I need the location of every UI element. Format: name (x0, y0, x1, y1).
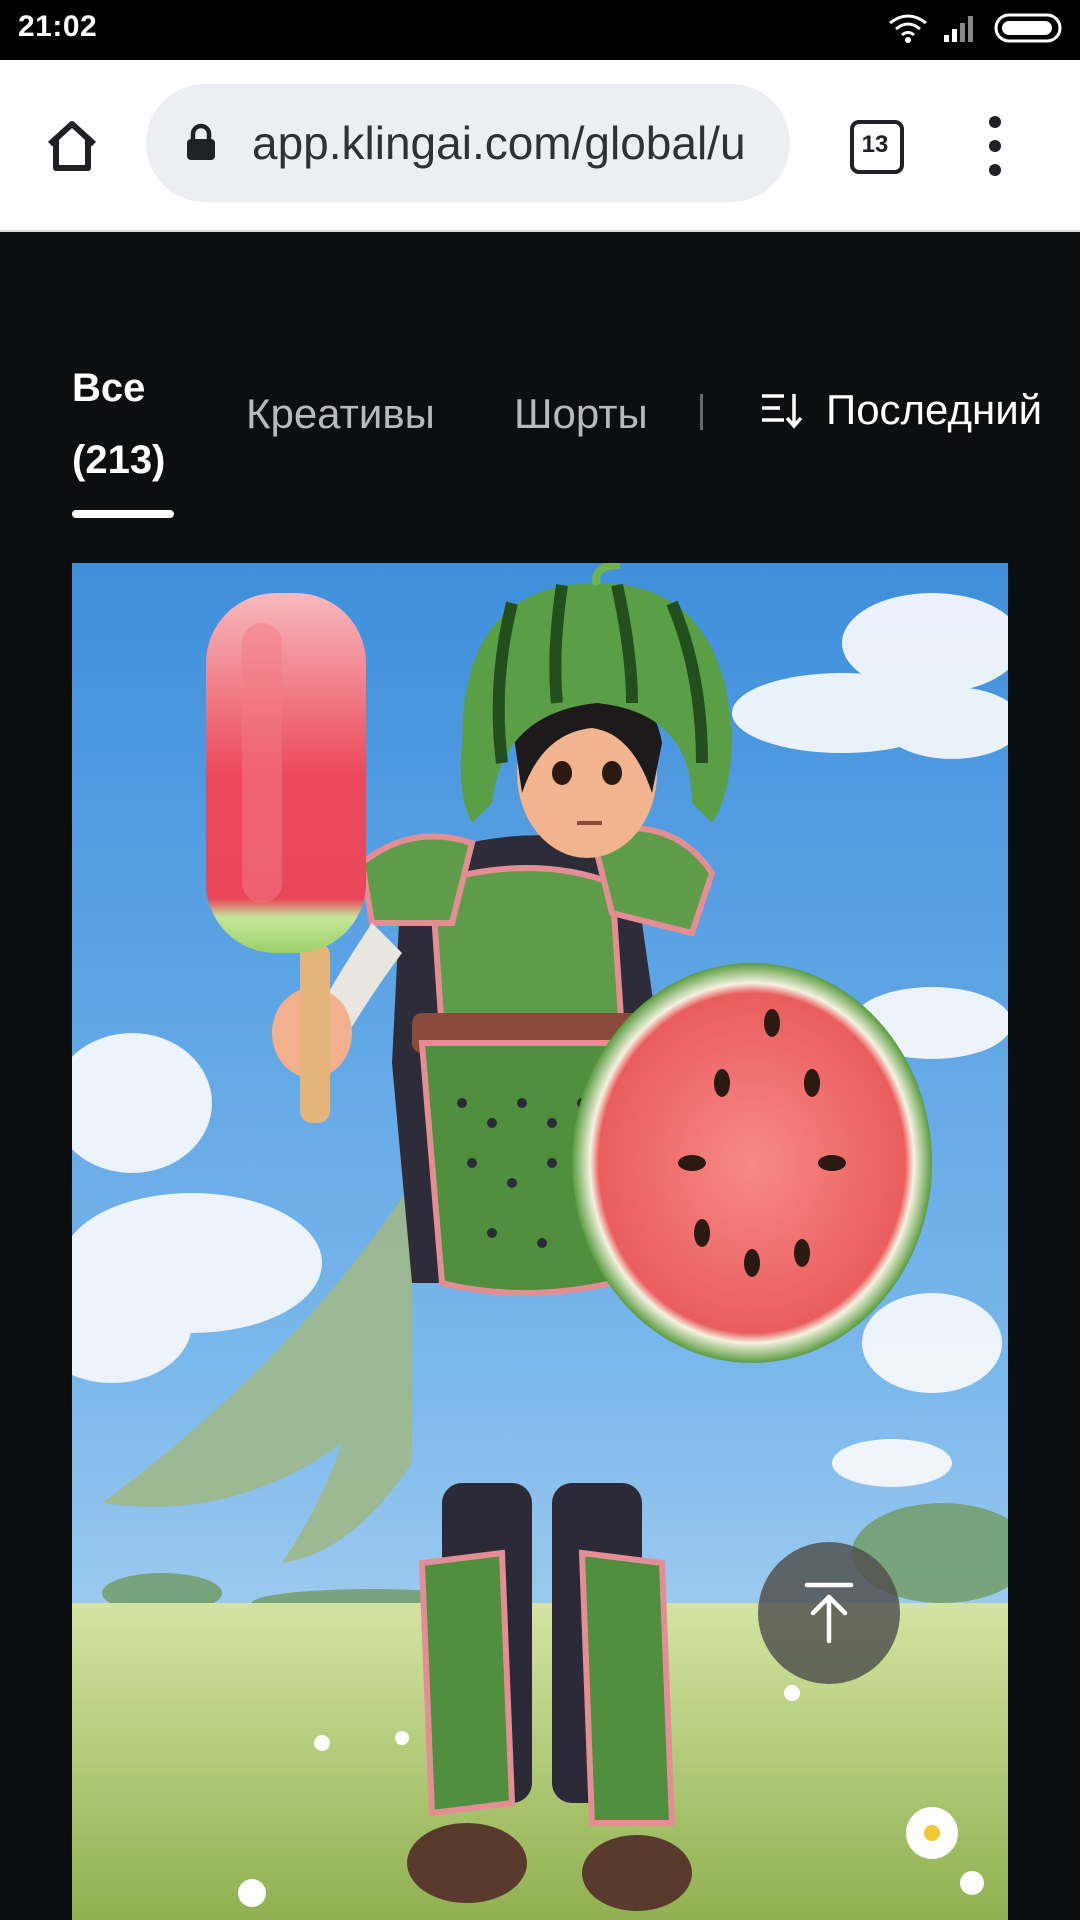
tab-all-count: (213) (72, 438, 166, 482)
arrow-up-to-top-icon (804, 1582, 854, 1644)
status-time: 21:02 (18, 10, 98, 43)
tab-switcher-button[interactable]: 13 (848, 118, 904, 174)
menu-dot (989, 140, 1001, 152)
home-button[interactable] (38, 112, 106, 180)
url-text: app.klingai.com/global/u (252, 117, 746, 169)
lock-icon (184, 122, 218, 167)
tab-shorts[interactable]: Шорты (514, 390, 648, 438)
tab-separator (700, 394, 703, 430)
tab-all-label: Все (72, 366, 146, 410)
browser-menu-button[interactable] (980, 116, 1010, 176)
signal-icon (942, 13, 980, 48)
battery-icon (994, 13, 1066, 48)
menu-dot (989, 164, 1001, 176)
home-icon (47, 121, 97, 171)
status-icons (888, 12, 1066, 48)
status-bar: 21:02 (0, 0, 1080, 60)
sort-label: Последний (826, 386, 1043, 433)
tab-all[interactable]: Все (213) (72, 352, 174, 518)
active-tab-indicator (72, 510, 174, 518)
browser-toolbar: app.klingai.com/global/u 13 (0, 60, 1080, 232)
gallery-filter-bar: Все (213) Креативы Шорты Последний (0, 230, 1080, 560)
gallery-image-card[interactable] (72, 563, 1008, 1920)
tab-creatives[interactable]: Креативы (246, 390, 435, 438)
scroll-to-top-button[interactable] (758, 1542, 900, 1684)
sort-dropdown[interactable]: Последний (760, 386, 1042, 434)
more-vert-icon (989, 116, 1001, 128)
tab-count: 13 (861, 131, 889, 158)
sort-icon (762, 394, 803, 429)
watermelon-warrior-image (72, 563, 1008, 1920)
address-bar[interactable]: app.klingai.com/global/u (146, 84, 790, 202)
wifi-icon (888, 13, 928, 48)
